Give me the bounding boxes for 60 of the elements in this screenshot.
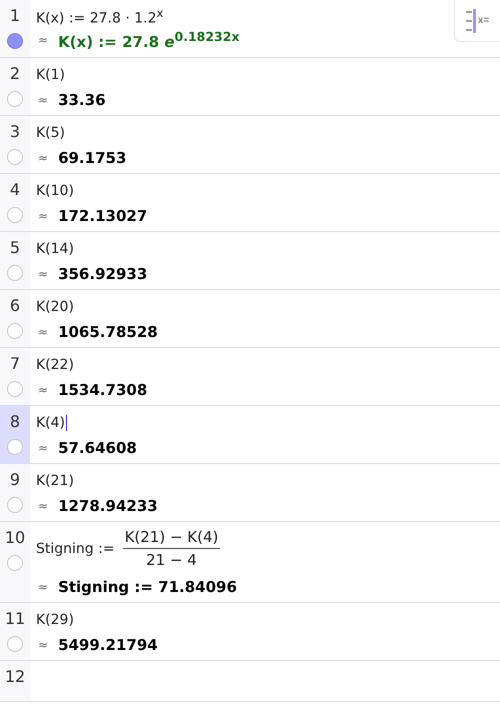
input-text[interactable]: K(29) — [36, 612, 76, 628]
visibility-toggle[interactable] — [7, 555, 23, 571]
row-number: 3 — [10, 122, 20, 141]
approx-sign: ≈ — [38, 499, 48, 513]
visibility-toggle[interactable] — [7, 149, 23, 165]
output-value: 1278.94233 — [58, 497, 158, 515]
visibility-toggle[interactable] — [7, 381, 23, 397]
approx-sign: ≈ — [38, 209, 48, 223]
input-text[interactable]: K(20) — [36, 299, 76, 315]
visibility-toggle[interactable] — [7, 265, 23, 281]
approx-sign: ≈ — [38, 383, 48, 397]
input-text[interactable]: K(4) — [36, 415, 68, 431]
approx-sign: ≈ — [38, 151, 48, 165]
style-bar-toggle[interactable]: x= — [454, 0, 500, 42]
visibility-toggle[interactable] — [7, 497, 23, 513]
input-text[interactable]: K(22) — [36, 357, 76, 373]
row-number: 8 — [10, 412, 20, 431]
row-number: 11 — [4, 609, 26, 628]
fraction-numerator: K(21) − K(4) — [122, 528, 220, 549]
row-number: 6 — [10, 296, 20, 315]
row-number: 12 — [4, 667, 26, 686]
visibility-toggle[interactable] — [7, 636, 23, 652]
visibility-toggle[interactable] — [7, 323, 23, 339]
row-number: 1 — [10, 6, 20, 25]
input-text[interactable]: K(1) — [36, 67, 68, 83]
output-value: K(x) := 27.8 e$^{0.18232x}$ — [58, 29, 240, 51]
approx-sign: ≈ — [38, 267, 48, 281]
input-text[interactable]: K(21) — [36, 473, 76, 489]
output-value: 172.13027 — [58, 207, 148, 225]
visibility-toggle[interactable] — [7, 207, 23, 223]
approx-sign: ≈ — [38, 93, 48, 107]
row-number: 4 — [10, 180, 20, 199]
row-number: 7 — [10, 354, 20, 373]
list-icon — [466, 8, 476, 32]
input-text[interactable]: K(5) — [36, 125, 68, 141]
input-text[interactable]: Stigning := — [36, 540, 117, 556]
approx-sign: ≈ — [38, 325, 48, 339]
input-text[interactable]: K(14) — [36, 241, 76, 257]
row-number: 9 — [10, 470, 20, 489]
visibility-toggle[interactable] — [7, 91, 23, 107]
output-value: 33.36 — [58, 91, 106, 109]
output-value: 69.1753 — [58, 149, 126, 167]
output-value: 356.92933 — [58, 265, 148, 283]
output-value: 1534.7308 — [58, 381, 148, 399]
output-value: Stigning := 71.84096 — [58, 578, 237, 596]
output-value: 5499.21794 — [58, 636, 158, 654]
row-number: 10 — [4, 528, 26, 547]
visibility-toggle[interactable] — [7, 439, 23, 455]
approx-sign: ≈ — [38, 638, 48, 652]
output-value: 57.64608 — [58, 439, 137, 457]
approx-sign: ≈ — [38, 33, 48, 47]
input-text[interactable]: K(10) — [36, 183, 76, 199]
input-text[interactable]: K(x) := 27.8 · 1.2$^{x}$ — [36, 6, 166, 27]
approx-sign: ≈ — [38, 580, 48, 594]
visibility-toggle[interactable] — [7, 33, 23, 49]
output-value: 1065.78528 — [58, 323, 158, 341]
fraction-denominator: 21 − 4 — [146, 550, 197, 569]
row-number: 5 — [10, 238, 20, 257]
approx-sign: ≈ — [38, 441, 48, 455]
row-number: 2 — [10, 64, 20, 83]
